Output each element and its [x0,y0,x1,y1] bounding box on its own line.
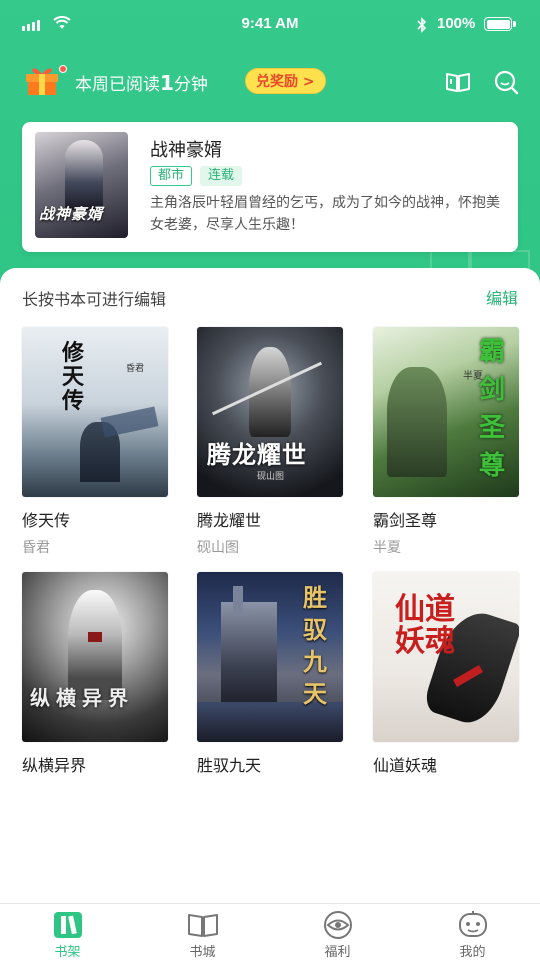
featured-book-cover[interactable]: 战神豪婿 [35,132,128,238]
book-cover-author: 砚山图 [257,472,285,482]
reading-prefix: 本周已阅读 [75,75,160,95]
status-tag: 连载 [200,166,243,186]
tab-label: 我的 [459,945,486,960]
book-title: 霸剑圣尊 [373,511,438,530]
reading-header: 本周已阅读1分钟 兑奖励 > [0,60,540,104]
tab-bookstore[interactable]: 书城 [135,904,270,960]
tab-profile[interactable]: 我的 [405,904,540,960]
gift-icon[interactable] [22,62,62,96]
tab-bookshelf[interactable]: 书架 [0,904,135,960]
featured-book-tags: 都市 连载 [150,166,243,186]
bookshelf-icon [53,912,82,938]
book-author: 砚山图 [197,540,239,556]
tab-label: 书架 [54,945,81,960]
eye-coin-icon [323,911,352,939]
book-cover-text: 纵横异界 [30,686,134,710]
reading-unit: 分钟 [173,75,208,95]
book-cover-text: 霸剑圣尊 [479,337,506,481]
weekly-reading-stat: 本周已阅读1分钟 [75,70,208,95]
featured-book-description: 主角洛辰叶轻眉曾经的乞丐，成为了如今的战神，怀抱美女老婆，尽享人生乐趣！ [150,195,500,233]
reading-number: 1 [160,71,174,95]
tab-welfare[interactable]: 福利 [270,904,405,960]
search-icon[interactable] [492,68,520,96]
book-item[interactable]: 腾龙耀世 砚山图 腾龙耀世 砚山图 [197,327,343,557]
book-title: 仙道妖魂 [373,756,438,775]
book-cover-author: 半夏 [463,371,483,382]
book-title: 修天传 [22,511,71,530]
book-cover[interactable]: 纵横异界 [22,572,168,742]
book-item[interactable]: 纵横异界 纵横异界 [22,572,168,776]
featured-book-card[interactable]: 战神豪婿 战神豪婿 都市 连载 主角洛辰叶轻眉曾经的乞丐，成为了如今的战神，怀抱… [22,122,518,252]
book-cover[interactable]: 腾龙耀世 砚山图 [197,327,343,497]
book-title: 腾龙耀世 [197,511,262,530]
book-library-icon[interactable] [444,68,472,96]
shelf-edit-hint: 长按书本可进行编辑 [22,290,167,309]
gift-notification-dot [59,65,67,73]
book-title: 纵横异界 [22,756,87,775]
book-cover-author: 昏君 [126,364,145,374]
book-author: 半夏 [373,540,401,556]
book-cover-text: 修天传 [62,340,85,414]
battery-icon [484,17,516,31]
tab-label: 书城 [189,945,216,960]
book-item[interactable]: 霸剑圣尊 半夏 霸剑圣尊 半夏 [373,327,519,557]
tab-label: 福利 [324,945,351,960]
book-item[interactable]: 仙道妖魂 仙道妖魂 [373,572,519,776]
featured-cover-text: 战神豪婿 [39,205,104,223]
bluetooth-icon [417,17,427,33]
open-book-icon [187,914,218,937]
bottom-tab-bar: 书架 书城 福利 我的 [0,903,540,960]
bookshelf-panel: 长按书本可进行编辑 编辑 修天传 昏君 修天传 昏君 腾龙耀世 砚山图 腾龙耀世… [0,268,540,908]
robot-face-icon [458,911,487,937]
book-cover[interactable]: 修天传 昏君 [22,327,168,497]
status-bar: 9:41 AM 100% [0,0,540,50]
genre-tag: 都市 [150,166,193,186]
book-cover-text: 胜驭九天 [303,583,327,708]
book-title: 胜驭九天 [197,756,262,775]
battery-percent: 100% [437,15,476,32]
book-item[interactable]: 胜驭九天 胜驭九天 [197,572,343,776]
book-cover-text: 仙道妖魂 [395,592,455,659]
book-item[interactable]: 修天传 昏君 修天传 昏君 [22,327,168,557]
book-cover-text: 腾龙耀世 [207,440,307,469]
cover-figure [65,140,103,210]
book-cover[interactable]: 霸剑圣尊 半夏 [373,327,519,497]
featured-book-title: 战神豪婿 [150,140,222,161]
book-cover[interactable]: 仙道妖魂 [373,572,519,742]
book-author: 昏君 [22,540,50,556]
redeem-reward-button[interactable]: 兑奖励 > [245,68,326,94]
book-cover[interactable]: 胜驭九天 [197,572,343,742]
edit-button[interactable]: 编辑 [486,285,518,309]
